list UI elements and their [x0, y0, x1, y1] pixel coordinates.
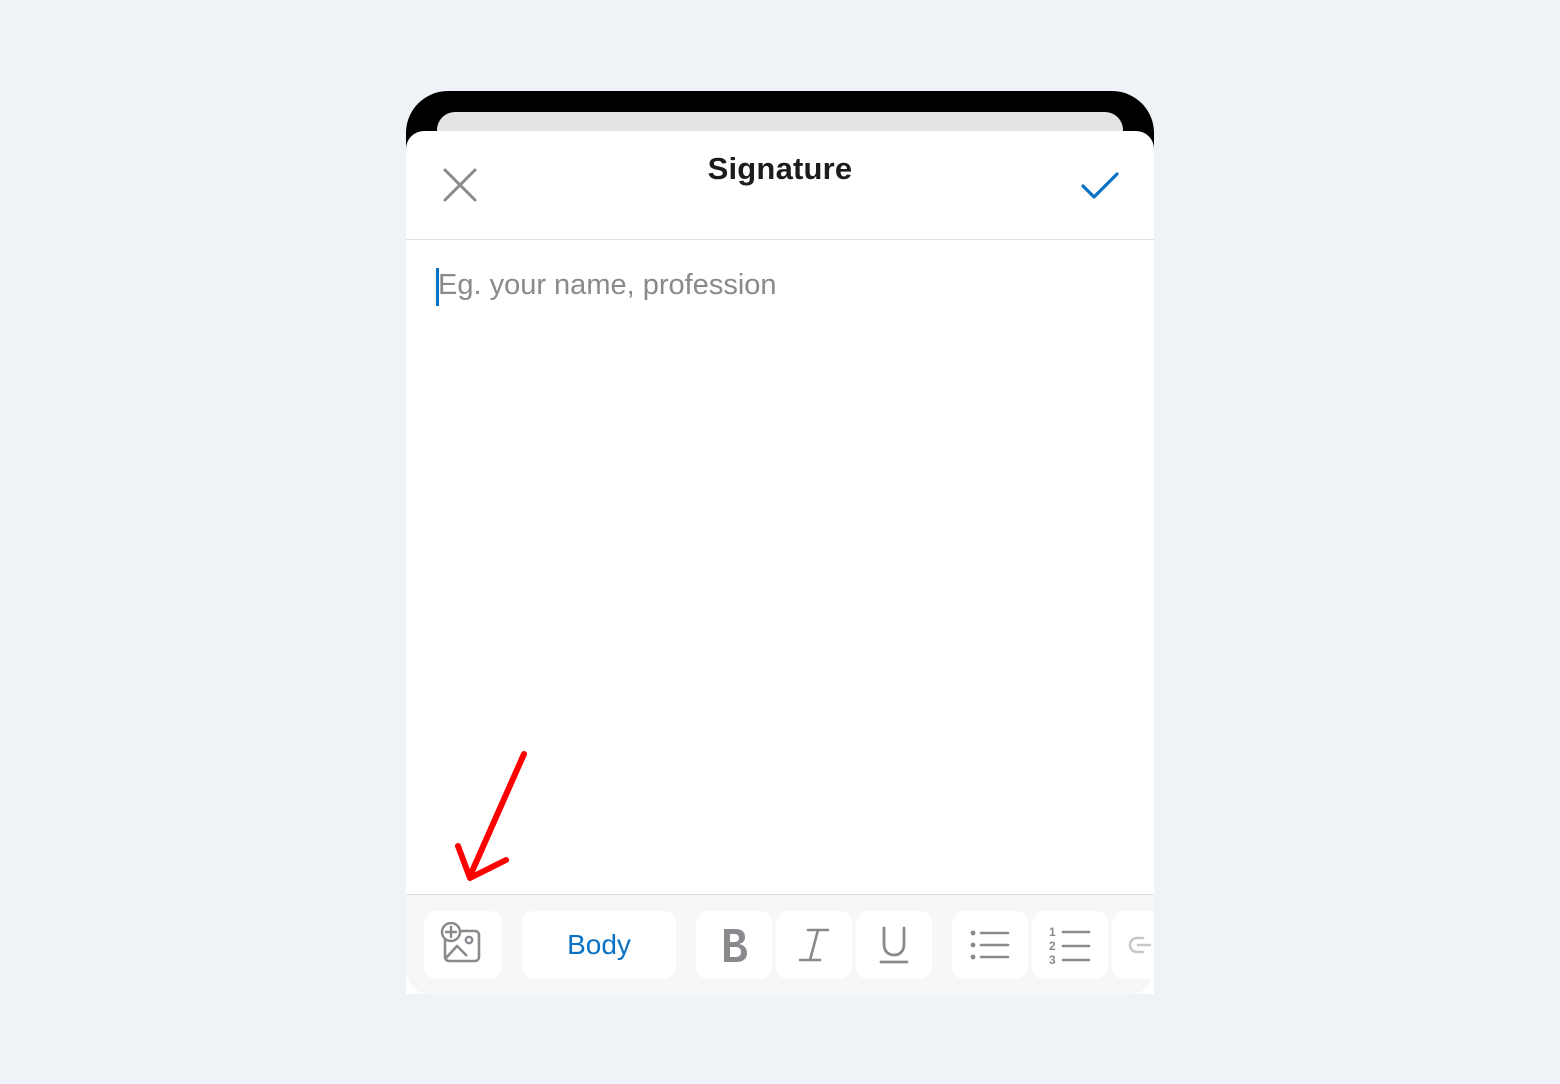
numbered-list-icon: 1 2 3	[1049, 925, 1091, 967]
sheet-title: Signature	[707, 151, 853, 186]
insert-image-icon	[440, 922, 481, 963]
insert-image-button[interactable]	[424, 911, 502, 979]
confirm-button[interactable]	[1074, 159, 1126, 211]
link-button[interactable]	[1112, 911, 1154, 979]
bold-icon	[724, 929, 747, 962]
text-style-label: Body	[567, 929, 631, 960]
signature-editor[interactable]: Eg. your name, profession	[434, 266, 1124, 766]
link-icon	[1128, 936, 1152, 954]
bulleted-list-icon	[970, 930, 1010, 960]
svg-text:3: 3	[1049, 953, 1056, 967]
editor-placeholder: Eg. your name, profession	[438, 269, 777, 301]
italic-button[interactable]	[776, 911, 852, 979]
signature-sheet: Signature Eg. your name, profession	[406, 131, 1154, 994]
underline-icon	[879, 926, 909, 964]
underline-button[interactable]	[856, 911, 932, 979]
italic-icon	[798, 928, 830, 962]
checkmark-icon	[1081, 172, 1119, 199]
svg-text:2: 2	[1049, 939, 1056, 953]
svg-text:1: 1	[1049, 925, 1056, 939]
numbered-list-button[interactable]: 1 2 3	[1032, 911, 1108, 979]
text-style-button[interactable]: Body	[522, 911, 676, 979]
sheet-header: Signature	[406, 131, 1154, 240]
phone-frame: Signature Eg. your name, profession	[406, 91, 1154, 994]
formatting-toolbar: Body 1 2 3	[406, 894, 1154, 995]
bulleted-list-button[interactable]	[952, 911, 1028, 979]
bold-button[interactable]	[696, 911, 772, 979]
